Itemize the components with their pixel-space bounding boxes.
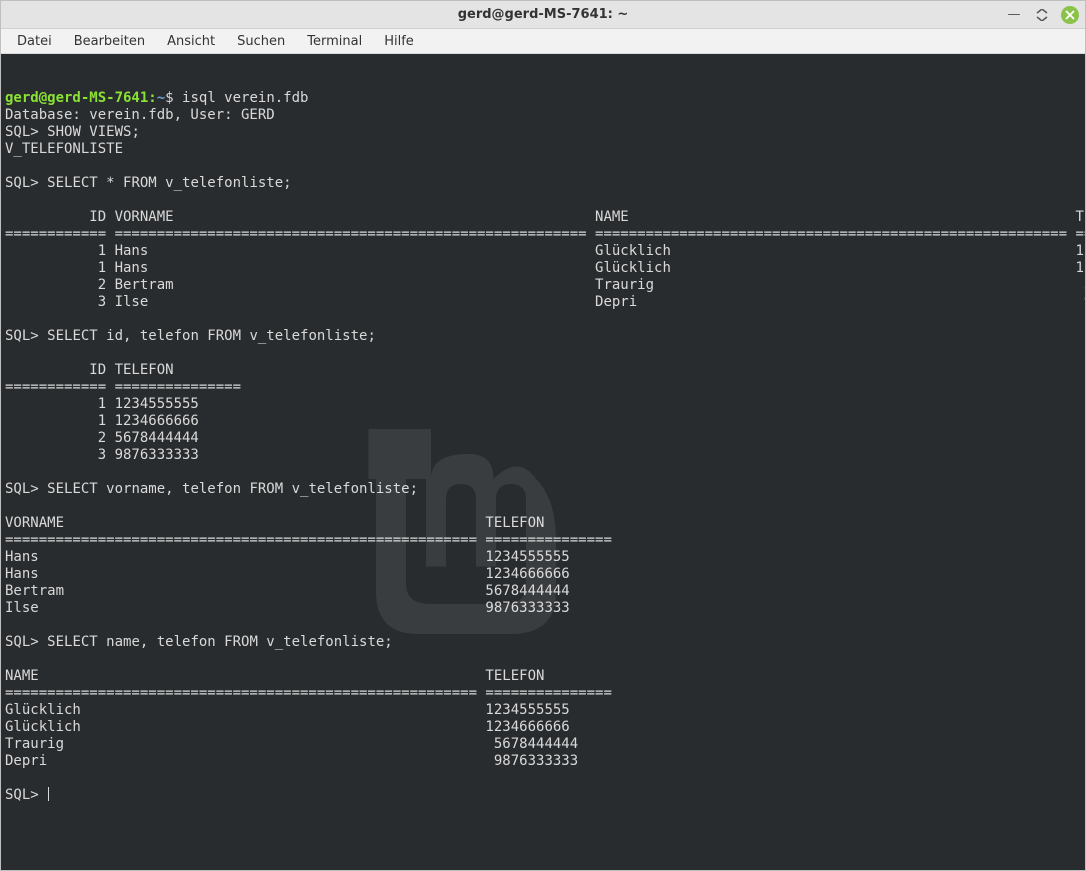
blank-line [5,498,13,514]
terminal-line: V_TELEFONLISTE [5,141,123,157]
terminal-line: SQL> SELECT * FROM v_telefonliste; [5,175,292,191]
shell-command: isql verein.fdb [182,90,308,106]
terminal-viewport[interactable]: gerd@gerd-MS-7641:~$ isql verein.fdb Dat… [1,54,1085,870]
blank-line [5,158,13,174]
result-row: 1 Hans Glücklich 1234555555 [5,243,1085,259]
result-row: 3 Ilse Depri 9876333333 [5,294,1085,310]
blank-line [5,651,13,667]
terminal-line: SQL> [5,787,49,803]
blank-line [5,311,13,327]
result-row: 1 Hans Glücklich 1234666666 [5,260,1085,276]
result-header: NAME TELEFON [5,668,544,684]
result-rule: ========================================… [5,685,612,701]
result-row: Depri 9876333333 [5,753,578,769]
terminal-line: Database: verein.fdb, User: GERD [5,107,275,123]
blank-line [5,770,13,786]
result-header: ID TELEFON [5,362,174,378]
prompt-sep1: : [148,90,156,106]
blank-line [5,345,13,361]
terminal-line: SQL> SHOW VIEWS; [5,124,140,140]
result-row: Glücklich 1234555555 [5,702,570,718]
terminal-line: SQL> SELECT vorname, telefon FROM v_tele… [5,481,418,497]
close-button[interactable] [1061,6,1079,24]
result-row: 2 5678444444 [5,430,199,446]
result-row: 1 1234666666 [5,413,199,429]
window-controls: — [1005,1,1079,28]
menu-hilfe[interactable]: Hilfe [374,32,424,51]
result-rule: ============ ===========================… [5,226,1085,242]
sql-prompt: SQL> [5,634,47,650]
sql-prompt: SQL> [5,175,47,191]
terminal-line: gerd@gerd-MS-7641:~$ isql verein.fdb [5,90,308,106]
result-row: Traurig 5678444444 [5,736,578,752]
sql-command: SELECT id, telefon FROM v_telefonliste; [47,328,376,344]
blank-line [5,192,13,208]
menubar: Datei Bearbeiten Ansicht Suchen Terminal… [1,29,1085,54]
prompt-sep2: $ [165,90,182,106]
sql-command: SELECT vorname, telefon FROM v_telefonli… [47,481,418,497]
result-row: 3 9876333333 [5,447,199,463]
blank-line [5,464,13,480]
menu-bearbeiten[interactable]: Bearbeiten [64,32,155,51]
sql-command: SELECT name, telefon FROM v_telefonliste… [47,634,393,650]
blank-line [5,617,13,633]
result-row: Bertram 5678444444 [5,583,570,599]
menu-datei[interactable]: Datei [7,32,62,51]
sql-command: SELECT * FROM v_telefonliste; [47,175,291,191]
result-row: 1 1234555555 [5,396,199,412]
sql-prompt: SQL> [5,481,47,497]
minimize-button[interactable]: — [1005,6,1023,24]
result-row: Hans 1234666666 [5,566,570,582]
prompt-path: ~ [157,90,165,106]
titlebar[interactable]: gerd@gerd-MS-7641: ~ — [1,1,1085,29]
result-header: ID VORNAME NAME TELEFON [5,209,1085,225]
result-row: Glücklich 1234666666 [5,719,570,735]
terminal-line: SQL> SELECT id, telefon FROM v_telefonli… [5,328,376,344]
window-title: gerd@gerd-MS-7641: ~ [1,7,1085,22]
sql-prompt: SQL> [5,124,47,140]
result-row: 2 Bertram Traurig 5678444444 [5,277,1085,293]
menu-suchen[interactable]: Suchen [227,32,295,51]
result-rule: ========================================… [5,532,612,548]
result-header: VORNAME TELEFON [5,515,544,531]
sql-prompt: SQL> [5,328,47,344]
sql-command: SHOW VIEWS; [47,124,140,140]
sql-prompt: SQL> [5,787,47,803]
result-row: Ilse 9876333333 [5,600,570,616]
menu-terminal[interactable]: Terminal [297,32,372,51]
terminal-line: SQL> SELECT name, telefon FROM v_telefon… [5,634,393,650]
menu-ansicht[interactable]: Ansicht [157,32,225,51]
terminal-window: gerd@gerd-MS-7641: ~ — Datei Bearbeiten … [0,0,1086,871]
result-row: Hans 1234555555 [5,549,570,565]
maximize-button[interactable] [1033,6,1051,24]
prompt-user: gerd@gerd-MS-7641 [5,90,148,106]
result-rule: ============ =============== [5,379,241,395]
cursor-icon [48,787,49,801]
